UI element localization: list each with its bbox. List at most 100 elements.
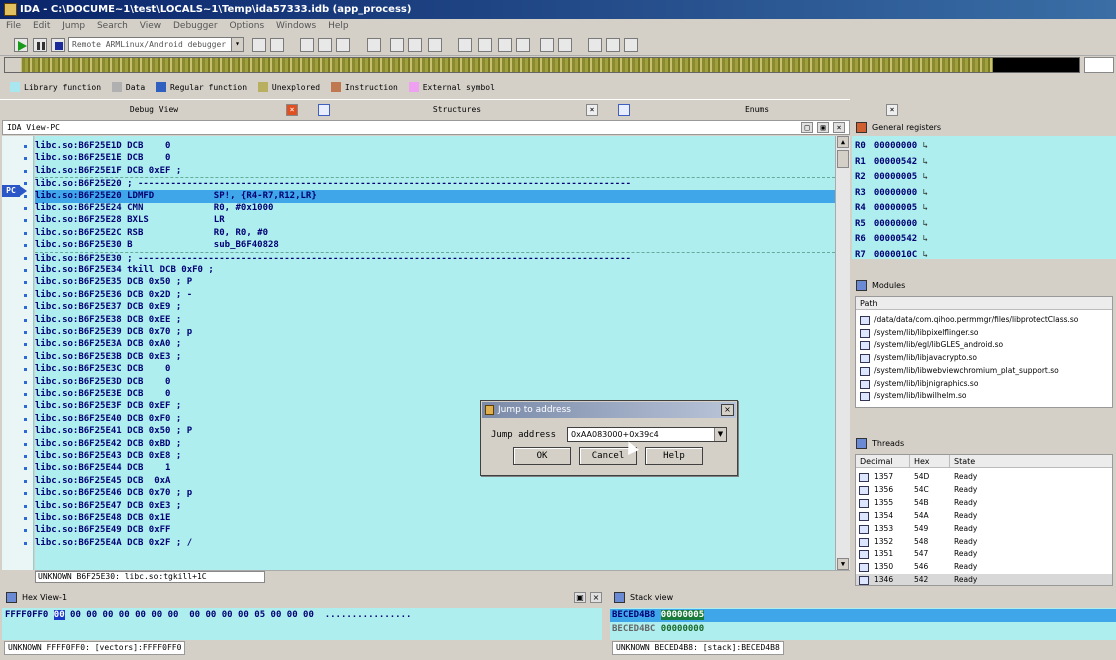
menu-help[interactable]: Help	[328, 21, 349, 31]
navigation-band[interactable]	[4, 57, 1080, 73]
stack-row[interactable]: BECED4BC 00000000	[610, 623, 1116, 636]
listing-line[interactable]: libc.so:B6F25E1D DCB 0	[35, 140, 835, 153]
link-icon[interactable]	[606, 38, 620, 52]
thread-row[interactable]: 1350 546 Ready	[856, 561, 1112, 574]
modules-column-path[interactable]: Path	[856, 297, 1112, 310]
close-icon[interactable]: ×	[833, 122, 845, 133]
listing-line[interactable]: libc.so:B6F25E46 DCB 0x70 ; p	[35, 487, 835, 500]
module-item[interactable]: /system/lib/libjavacrypto.so	[858, 352, 1112, 365]
listing-line[interactable]: libc.so:B6F25E48 DCB 0x1E	[35, 512, 835, 525]
tools-icon[interactable]	[252, 38, 266, 52]
menu-view[interactable]: View	[140, 21, 161, 31]
undo-icon[interactable]	[478, 38, 492, 52]
menu-debugger[interactable]: Debugger	[173, 21, 218, 31]
thread-row[interactable]: 1353 549 Ready	[856, 523, 1112, 536]
jump-arrow-icon[interactable]: ↳	[917, 250, 928, 260]
hex-selected-byte[interactable]: 00	[53, 610, 65, 620]
tab-enums[interactable]: Enums ×	[612, 102, 902, 118]
listing-line[interactable]: libc.so:B6F25E37 DCB 0xE9 ;	[35, 301, 835, 314]
jump-arrow-icon[interactable]: ↳	[917, 188, 928, 198]
maximize-icon[interactable]: ▣	[574, 592, 586, 603]
listing-line[interactable]: libc.so:B6F25E20 LDMFD SP!, {R4-R7,R12,L…	[35, 189, 835, 203]
listing-line[interactable]: libc.so:B6F25E2C RSB R0, R0, #0	[35, 227, 835, 240]
register-row[interactable]: R2 00000005 ↳	[855, 170, 928, 184]
listing-line[interactable]: libc.so:B6F25E3D DCB 0	[35, 376, 835, 389]
listing-line[interactable]: libc.so:B6F25E45 DCB 0xA	[35, 475, 835, 488]
module-item[interactable]: /system/lib/libjnigraphics.so	[858, 378, 1112, 391]
listing-line[interactable]: libc.so:B6F25E30 B sub_B6F40828	[35, 239, 835, 252]
jump-arrow-icon[interactable]: ↳	[917, 203, 928, 213]
module-item[interactable]: /system/lib/libwebviewchromium_plat_supp…	[858, 365, 1112, 378]
register-row[interactable]: R4 00000005 ↳	[855, 201, 928, 215]
stop-icon[interactable]	[51, 38, 65, 52]
listing-line[interactable]: libc.so:B6F25E3A DCB 0xA0 ;	[35, 338, 835, 351]
thread-row[interactable]: 1356 54C Ready	[856, 484, 1112, 497]
restore-icon[interactable]: □	[801, 122, 813, 133]
graph-icon[interactable]	[458, 38, 472, 52]
module-item[interactable]: /data/data/com.qihoo.permmgr/files/libpr…	[858, 314, 1112, 327]
stack-view[interactable]: BECED4B8 00000005 BECED4BC 00000000	[610, 608, 1116, 640]
thread-row[interactable]: 1355 54B Ready	[856, 497, 1112, 510]
help-button[interactable]: Help	[645, 447, 703, 465]
threads-column-state[interactable]: State	[950, 455, 1112, 468]
register-row[interactable]: R5 00000000 ↳	[855, 217, 928, 231]
tab-structures[interactable]: Structures ×	[312, 102, 602, 118]
disassembly-listing[interactable]: libc.so:B6F25E1D DCB 0 libc.so:B6F25E1E D…	[35, 136, 835, 570]
register-row[interactable]: R1 00000542 ↳	[855, 155, 928, 169]
attach-icon[interactable]	[270, 38, 284, 52]
close-icon[interactable]: ×	[586, 104, 598, 116]
register-row[interactable]: R7 0000010C ↳	[855, 248, 928, 262]
menu-options[interactable]: Options	[229, 21, 264, 31]
jump-arrow-icon[interactable]: ↳	[917, 172, 928, 182]
listing-line[interactable]: libc.so:B6F25E4A DCB 0x2F ; /	[35, 537, 835, 550]
close-icon[interactable]: ×	[886, 104, 898, 116]
scroll-thumb[interactable]	[837, 150, 849, 168]
menu-windows[interactable]: Windows	[276, 21, 316, 31]
module-item[interactable]: /system/lib/libpixelflinger.so	[858, 327, 1112, 340]
listing-line[interactable]: libc.so:B6F25E3B DCB 0xE3 ;	[35, 351, 835, 364]
refresh-icon[interactable]	[516, 38, 530, 52]
maximize-icon[interactable]: ▣	[817, 122, 829, 133]
view-icon[interactable]	[540, 38, 554, 52]
tab-debug-view[interactable]: Debug View ×	[4, 102, 304, 118]
module-item[interactable]: /system/lib/libwilhelm.so	[858, 390, 1112, 403]
navigation-band-input[interactable]	[1084, 57, 1114, 73]
modules-list[interactable]: Path /data/data/com.qihoo.permmgr/files/…	[855, 296, 1113, 408]
jump-arrow-icon[interactable]: ↳	[917, 157, 928, 167]
threads-column-decimal[interactable]: Decimal	[856, 455, 910, 468]
listing-line[interactable]: libc.so:B6F25E39 DCB 0x70 ; p	[35, 326, 835, 339]
register-row[interactable]: R3 00000000 ↳	[855, 186, 928, 200]
listing-line[interactable]: libc.so:B6F25E30 ; ---------------------…	[35, 251, 835, 265]
scroll-down-icon[interactable]: ▼	[837, 558, 849, 570]
listing-line[interactable]: libc.so:B6F25E1F DCB 0xEF ;	[35, 165, 835, 178]
close-icon[interactable]: ×	[286, 104, 298, 116]
data-icon[interactable]	[428, 38, 442, 52]
listing-vertical-scrollbar[interactable]: ▲ ▼	[835, 136, 850, 570]
listing-line[interactable]: libc.so:B6F25E36 DCB 0x2D ; -	[35, 289, 835, 302]
thread-row[interactable]: 1351 547 Ready	[856, 548, 1112, 561]
stack-row[interactable]: BECED4B8 00000005	[610, 609, 1116, 622]
hex-icon[interactable]	[558, 38, 572, 52]
windows-icon[interactable]	[588, 38, 602, 52]
menu-search[interactable]: Search	[97, 21, 128, 31]
debugger-select[interactable]: Remote ARMLinux/Android debugger ▾	[68, 37, 244, 52]
breakpoint-icon[interactable]	[367, 38, 381, 52]
segment-icon[interactable]	[498, 38, 512, 52]
run-to-cursor-icon[interactable]	[336, 38, 350, 52]
list-icon[interactable]	[390, 38, 404, 52]
thread-row[interactable]: 1354 54A Ready	[856, 510, 1112, 523]
listing-line[interactable]: libc.so:B6F25E35 DCB 0x50 ; P	[35, 276, 835, 289]
function-icon[interactable]	[408, 38, 422, 52]
play-icon[interactable]	[14, 38, 28, 52]
step-over-icon[interactable]	[318, 38, 332, 52]
step-into-icon[interactable]	[300, 38, 314, 52]
threads-column-hex[interactable]: Hex	[910, 455, 950, 468]
register-row[interactable]: R6 00000542 ↳	[855, 232, 928, 246]
listing-line[interactable]: libc.so:B6F25E38 DCB 0xEE ;	[35, 314, 835, 327]
chevron-down-icon[interactable]: ▼	[714, 428, 726, 441]
listing-line[interactable]: libc.so:B6F25E20 ; ---------------------…	[35, 177, 835, 190]
listing-line[interactable]: libc.so:B6F25E47 DCB 0xE3 ;	[35, 500, 835, 513]
listing-horizontal-scrollbar[interactable]: UNKNOWN B6F25E30: libc.so:tgkill+1C	[35, 570, 850, 583]
register-row[interactable]: R0 00000000 ↳	[855, 139, 928, 153]
jump-address-input[interactable]: 0xAA083000+0x39c4 ▼	[567, 427, 727, 442]
